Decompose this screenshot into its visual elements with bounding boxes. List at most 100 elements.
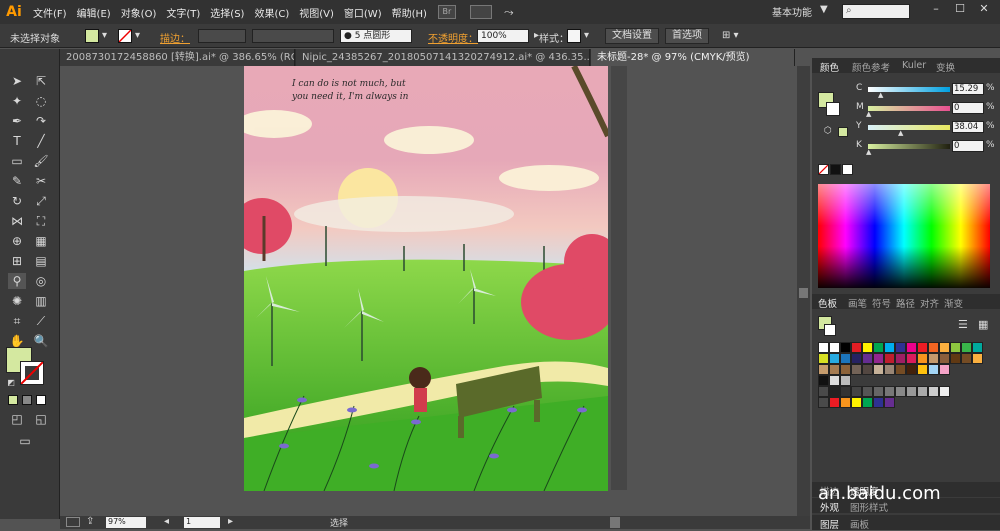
graphic-style-swatch[interactable] [567,29,581,43]
swatch[interactable] [829,353,840,364]
arrange-documents-icon[interactable] [469,5,492,19]
menu-window[interactable]: 窗口(W) [339,5,387,20]
gradient-tool-icon[interactable]: ▤ [32,253,50,269]
maximize-icon[interactable]: ☐ [952,2,968,18]
swatch[interactable] [829,364,840,375]
swatch[interactable] [818,375,829,386]
swatch[interactable] [851,342,862,353]
swatch[interactable] [851,397,862,408]
swatch[interactable] [950,353,961,364]
swatch[interactable] [840,386,851,397]
swatch[interactable] [895,353,906,364]
zoom-tool-icon[interactable]: 🔍 [32,333,50,349]
swatch[interactable] [851,353,862,364]
swatch[interactable] [862,342,873,353]
search-input[interactable]: ⌕ [842,4,910,19]
cyan-value[interactable]: 15.29 [952,83,984,95]
swatch[interactable] [917,353,928,364]
draw-mode-icon[interactable]: ◰ [8,411,26,427]
slice-tool-icon[interactable]: ⟋ [32,313,50,329]
tab-pathfinder[interactable]: 路径 [896,296,915,310]
swatch[interactable] [939,353,950,364]
folder-icon[interactable] [818,397,829,408]
free-transform-icon[interactable]: ⛶ [32,213,50,229]
swatch[interactable] [818,353,829,364]
none-swatch[interactable] [818,342,829,353]
none-swatch[interactable] [818,164,829,175]
swatch[interactable] [840,397,851,408]
white-swatch[interactable] [842,164,853,175]
swatch[interactable] [862,386,873,397]
tab-align[interactable]: 对齐 [920,296,939,310]
swatch[interactable] [939,386,950,397]
swatch[interactable] [906,353,917,364]
blend-tool-icon[interactable]: ◎ [32,273,50,289]
swatch[interactable] [884,364,895,375]
gradient-mode-icon[interactable] [22,395,32,405]
chevron-down-icon[interactable]: ▾ [102,30,107,41]
yellow-track[interactable] [868,125,950,130]
pencil-tool-icon[interactable]: ✎ [8,173,26,189]
tab-document-1[interactable]: 20087301724588​60 [转换].ai* @ 386.65% (RG… [60,49,295,66]
swatch[interactable] [906,364,917,375]
swatch[interactable] [972,342,983,353]
swatch[interactable] [928,364,939,375]
swatch[interactable] [884,397,895,408]
menu-edit[interactable]: 编辑(E) [72,5,116,20]
type-tool-icon[interactable]: T [8,133,26,149]
selection-tool-icon[interactable]: ➤ [8,73,26,89]
swatch[interactable] [840,353,851,364]
width-tool-icon[interactable]: ⋈ [8,213,26,229]
menu-file[interactable]: 文件(F) [28,5,72,20]
tab-color[interactable]: 颜色 [820,60,839,74]
scissors-tool-icon[interactable]: ✂ [32,173,50,189]
direct-selection-tool-icon[interactable]: ⇱ [32,73,50,89]
stroke-label[interactable]: 描边： [160,30,190,45]
paintbrush-tool-icon[interactable]: 🖌 [32,153,50,169]
zoom-input[interactable]: 97% [106,517,146,528]
menu-help[interactable]: 帮助(H) [387,5,432,20]
document-setup-button[interactable]: 文档设置 [605,28,659,44]
swatch[interactable] [829,397,840,408]
stroke-weight-dropdown[interactable] [198,29,246,43]
swatch[interactable] [895,342,906,353]
preferences-button[interactable]: 首选项 [665,28,709,44]
scroll-thumb[interactable] [799,288,808,298]
color-spectrum[interactable] [818,184,990,288]
swatch-stroke-box[interactable] [824,324,836,336]
stroke-swatch[interactable] [118,29,132,43]
swatch[interactable] [884,342,895,353]
tab-color-guide[interactable]: 颜色参考 [852,60,890,74]
chevron-down-icon[interactable]: ▾ [584,30,589,41]
swatch[interactable] [840,375,851,386]
chevron-down-icon[interactable]: ▾ [135,30,140,41]
swatch[interactable] [829,386,840,397]
magenta-track[interactable] [868,106,950,111]
vertical-scrollbar[interactable] [797,66,810,516]
opacity-label[interactable]: 不透明度： [428,30,478,45]
panel-stroke-box[interactable] [826,102,840,116]
swatch[interactable] [939,364,950,375]
swatch[interactable] [906,342,917,353]
rotate-tool-icon[interactable]: ↻ [8,193,26,209]
yellow-value[interactable]: 38.04 [952,121,984,133]
swatch[interactable] [895,386,906,397]
out-of-gamut-icon[interactable]: ⬡ [824,126,832,136]
color-mode-icon[interactable] [8,395,18,405]
artboard-tool-icon[interactable]: ⌗ [8,313,26,329]
default-colors-icon[interactable]: ◩ [2,375,20,391]
swatch[interactable] [862,353,873,364]
swatch[interactable] [917,364,928,375]
swatch[interactable] [906,386,917,397]
scale-tool-icon[interactable]: ⤢ [32,193,50,209]
prev-artboard-icon[interactable]: ◂ [164,516,169,527]
tab-transform[interactable]: 变换 [936,60,955,74]
slider-thumb-icon[interactable]: ▲ [866,148,871,156]
menu-view[interactable]: 视图(V) [294,5,339,20]
black-swatch[interactable] [830,164,841,175]
swatch[interactable] [840,342,851,353]
fill-swatch[interactable] [85,29,99,43]
align-icon[interactable]: ⊞ ▾ [722,30,739,41]
rectangle-tool-icon[interactable]: ▭ [8,153,26,169]
sync-icon[interactable]: ⤳ [504,5,514,20]
